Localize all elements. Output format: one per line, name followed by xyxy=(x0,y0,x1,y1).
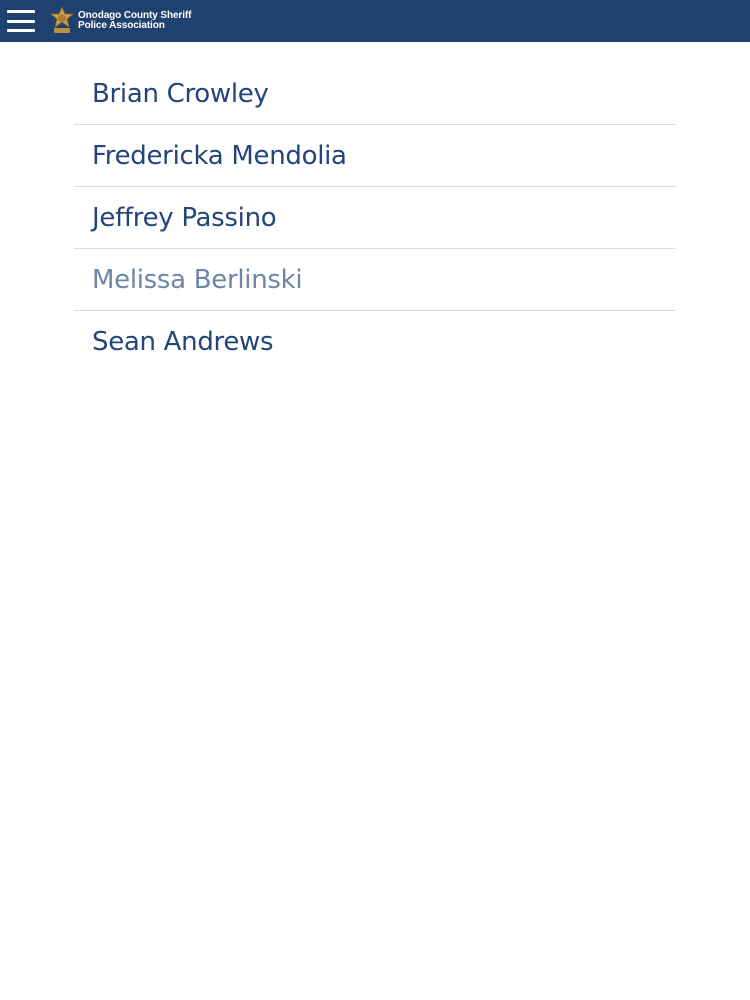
list-item-label: Fredericka Mendolia xyxy=(92,140,347,171)
brand-logo[interactable]: Onodago County Sheriff Police Associatio… xyxy=(49,0,191,42)
list-item-label: Sean Andrews xyxy=(92,326,274,357)
list-item-label: Jeffrey Passino xyxy=(92,202,277,233)
hamburger-menu-icon[interactable] xyxy=(7,10,37,32)
menu-line xyxy=(7,10,35,13)
brand-title: Onodago County Sheriff Police Associatio… xyxy=(78,11,191,31)
top-bar: Onodago County Sheriff Police Associatio… xyxy=(0,0,750,42)
list-item-melissa-berlinski[interactable]: Melissa Berlinski xyxy=(74,249,676,311)
menu-line xyxy=(7,19,35,23)
list-item-label: Brian Crowley xyxy=(92,78,269,109)
list-item-label: Melissa Berlinski xyxy=(92,264,303,295)
app-screen: Onodago County Sheriff Police Associatio… xyxy=(0,0,750,1000)
sheriff-star-badge-icon xyxy=(49,6,75,33)
member-list: Brian Crowley Fredericka Mendolia Jeffre… xyxy=(74,63,676,372)
list-item-jeffrey-passino[interactable]: Jeffrey Passino xyxy=(74,187,676,249)
brand-title-line2: Police Association xyxy=(78,20,165,31)
list-item-fredericka-mendolia[interactable]: Fredericka Mendolia xyxy=(74,125,676,187)
list-item-sean-andrews[interactable]: Sean Andrews xyxy=(74,311,676,372)
menu-line xyxy=(7,29,35,32)
list-item-brian-crowley[interactable]: Brian Crowley xyxy=(74,63,676,125)
